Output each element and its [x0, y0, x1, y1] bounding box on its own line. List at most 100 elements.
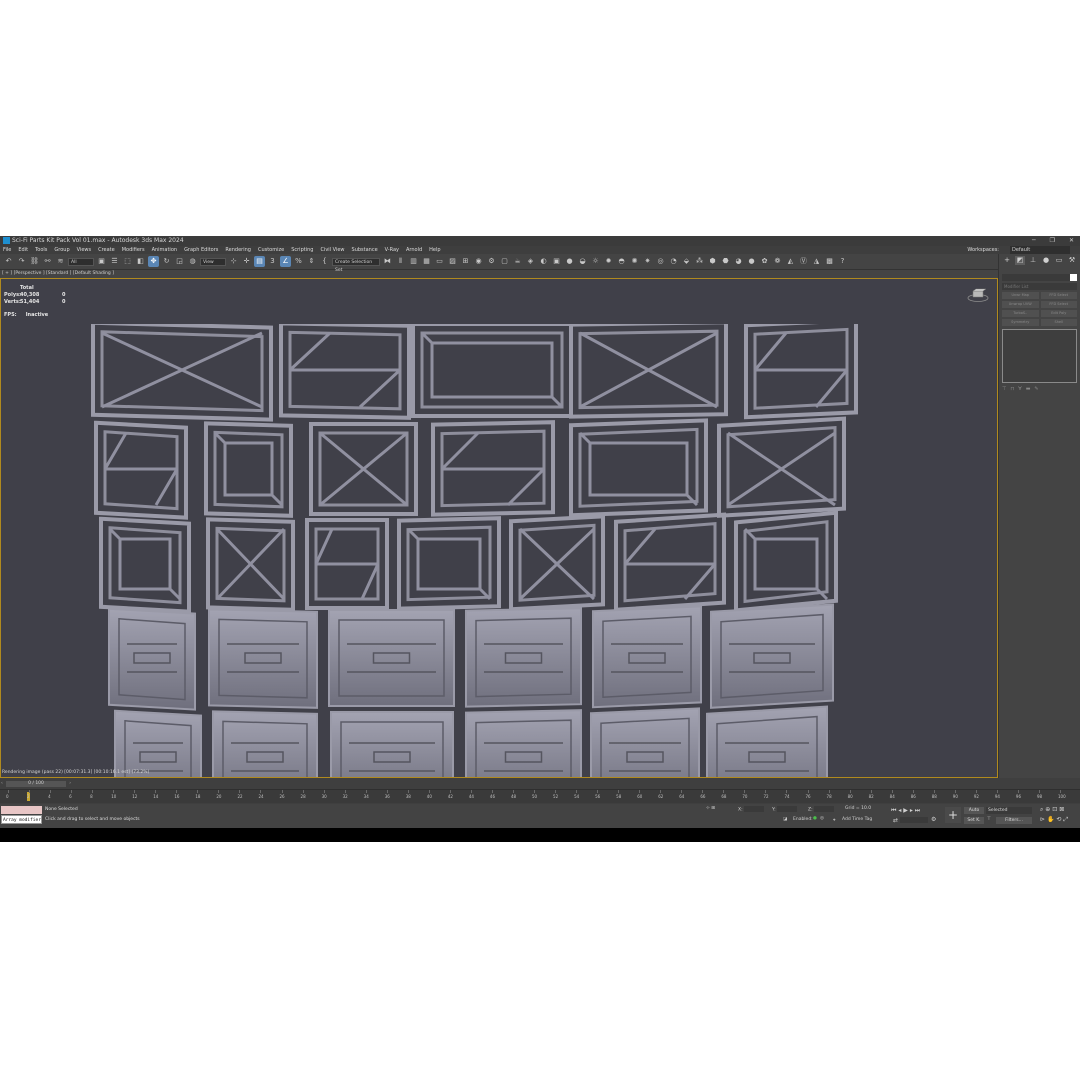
select-by-name-icon[interactable]: ☰ — [109, 256, 120, 267]
key-filter-icon[interactable]: ⊤ — [987, 817, 991, 822]
vray-plane-icon[interactable]: ⬙ — [681, 256, 692, 267]
time-slider[interactable]: ‹ 0 / 100 › — [1, 781, 71, 787]
key-filter-dropdown[interactable]: Selected — [986, 807, 1032, 814]
zoom-icon[interactable]: ⌕ — [1040, 806, 1043, 813]
maxscript-listener[interactable]: Array modifier — [1, 806, 42, 824]
viewcube-icon[interactable] — [967, 287, 989, 303]
menu-tools[interactable]: Tools — [35, 246, 47, 254]
object-name-field[interactable] — [1002, 274, 1077, 281]
layer-explorer-icon[interactable]: ▦ — [421, 256, 432, 267]
maximize-icon[interactable]: ❐ — [1050, 236, 1055, 246]
edit-named-sel-icon[interactable]: { — [319, 256, 330, 267]
toggle-ribbon-icon[interactable]: ▭ — [434, 256, 445, 267]
window-crossing-icon[interactable]: ◧ — [135, 256, 146, 267]
select-object-icon[interactable]: ▣ — [96, 256, 107, 267]
modifier-button[interactable]: Unwrap UVW — [1002, 301, 1039, 308]
select-scale-icon[interactable]: ◲ — [174, 256, 185, 267]
vray-ambient-icon[interactable]: ✷ — [642, 256, 653, 267]
unlink-icon[interactable]: ⚯ — [42, 256, 53, 267]
modifier-button[interactable]: Symmetry — [1002, 319, 1039, 326]
time-tag-icon[interactable]: ⌖ — [833, 817, 836, 823]
arnold-light-icon[interactable]: ▩ — [824, 256, 835, 267]
go-to-start-icon[interactable]: ⏮ — [891, 807, 896, 814]
vray-toolbar-icon-1[interactable]: ● — [564, 256, 575, 267]
menu-file[interactable]: File — [3, 246, 11, 254]
vray-sun-icon[interactable]: ✹ — [603, 256, 614, 267]
modifier-stack[interactable] — [1002, 329, 1077, 383]
time-config-icon[interactable]: ⚙ — [931, 816, 936, 823]
set-key-button[interactable]: Set K. — [964, 817, 984, 824]
render-setup-icon[interactable]: ⚙ — [486, 256, 497, 267]
set-key-big-icon[interactable]: + — [945, 807, 961, 823]
place-icon[interactable]: ◍ — [187, 256, 198, 267]
make-unique-icon[interactable]: ∀ — [1018, 386, 1021, 392]
menu-help[interactable]: Help — [429, 246, 440, 254]
filters-button[interactable]: Filters... — [996, 817, 1032, 824]
viewport-label[interactable]: [ + ] [Perspective ] [Standard ] [Defaul… — [2, 271, 114, 276]
menu-v-ray[interactable]: V-Ray — [385, 246, 399, 254]
configure-sets-icon[interactable]: ✎ — [1034, 386, 1038, 392]
play-icon[interactable]: ▶ — [903, 807, 908, 814]
y-field[interactable] — [777, 806, 798, 812]
mirror-icon[interactable]: ⧓ — [382, 256, 393, 267]
undo-icon[interactable]: ↶ — [3, 256, 14, 267]
modifier-button[interactable]: FFD Select — [1040, 301, 1077, 308]
workspace-dropdown[interactable]: Default — [1010, 246, 1070, 254]
modifier-button[interactable]: Edit Poly — [1040, 310, 1077, 317]
isolate-icon[interactable]: ◎ — [820, 816, 824, 821]
vray-light-icon[interactable]: ☼ — [590, 256, 601, 267]
select-rotate-icon[interactable]: ↻ — [161, 256, 172, 267]
show-end-result-icon[interactable]: ⊓ — [1010, 386, 1014, 392]
adaptive-degradation-icon[interactable]: ◪ — [783, 817, 787, 822]
help-icon[interactable]: ? — [837, 256, 848, 267]
menu-arnold[interactable]: Arnold — [406, 246, 422, 254]
keyboard-shortcut-icon[interactable]: ▤ — [254, 256, 265, 267]
menu-create[interactable]: Create — [98, 246, 115, 254]
menu-rendering[interactable]: Rendering — [225, 246, 251, 254]
go-to-end-icon[interactable]: ⏭ — [915, 807, 920, 814]
menu-edit[interactable]: Edit — [18, 246, 28, 254]
vray-toolbar-icon-2[interactable]: ◒ — [577, 256, 588, 267]
enabled-toggle-icon[interactable]: ● — [813, 816, 817, 821]
perspective-viewport[interactable]: Total Polys: 40,308 0 Verts: 51,404 0 FP… — [0, 278, 998, 778]
render-icon[interactable]: ◈ — [525, 256, 536, 267]
utilities-tab-icon[interactable]: ⚒ — [1067, 256, 1077, 265]
ref-coord-dropdown[interactable]: View — [200, 257, 226, 266]
arnold-render-icon[interactable]: ◮ — [811, 256, 822, 267]
modifier-list-dropdown[interactable]: Modifier List — [1002, 283, 1077, 290]
vray-sphere-icon[interactable]: ◎ — [655, 256, 666, 267]
named-selection-set-dropdown[interactable]: Create Selection Set — [332, 257, 380, 273]
remove-modifier-icon[interactable]: ▬ — [1026, 386, 1031, 392]
vray-fur-icon[interactable]: ⁂ — [694, 256, 705, 267]
link-icon[interactable]: ⛓ — [29, 256, 40, 267]
rect-selection-icon[interactable]: ⬚ — [122, 256, 133, 267]
vray-camera-icon[interactable]: ◔ — [668, 256, 679, 267]
vray-ies-icon[interactable]: ✺ — [629, 256, 640, 267]
menu-group[interactable]: Group — [54, 246, 69, 254]
select-manipulate-icon[interactable]: ✛ — [241, 256, 252, 267]
minimize-icon[interactable]: ─ — [1032, 236, 1036, 246]
next-frame-icon[interactable]: ▸ — [910, 807, 913, 814]
coord-display-icon[interactable]: ⊹ ⊞ — [706, 806, 715, 811]
schematic-view-icon[interactable]: ⊞ — [460, 256, 471, 267]
angle-snap-icon[interactable]: ∠ — [280, 256, 291, 267]
vray-frame-buffer-icon[interactable]: ▣ — [551, 256, 562, 267]
maxscript-input[interactable]: Array modifier — [1, 815, 42, 824]
vray-palette-icon[interactable]: ❁ — [772, 256, 783, 267]
maximize-viewport-icon[interactable]: ⤢ — [1063, 816, 1068, 823]
zoom-extents-icon[interactable]: ⊡ — [1052, 806, 1057, 813]
auto-key-button[interactable]: Auto — [964, 807, 984, 814]
vray-clipper-icon[interactable]: ◭ — [785, 256, 796, 267]
menu-views[interactable]: Views — [77, 246, 91, 254]
vray-vantage-icon[interactable]: Ⓥ — [798, 256, 809, 267]
curve-editor-icon[interactable]: ▨ — [447, 256, 458, 267]
slider-next-icon[interactable]: › — [69, 781, 71, 787]
toggle-scene-explorer-icon[interactable]: ▥ — [408, 256, 419, 267]
x-field[interactable] — [744, 806, 765, 812]
menu-customize[interactable]: Customize — [258, 246, 284, 254]
modify-tab-icon[interactable]: ◩ — [1015, 256, 1025, 265]
add-time-tag[interactable]: Add Time Tag — [842, 817, 872, 822]
maxscript-output[interactable] — [1, 806, 42, 814]
modifier-button[interactable]: Shell — [1040, 319, 1077, 326]
z-field[interactable] — [814, 806, 835, 812]
